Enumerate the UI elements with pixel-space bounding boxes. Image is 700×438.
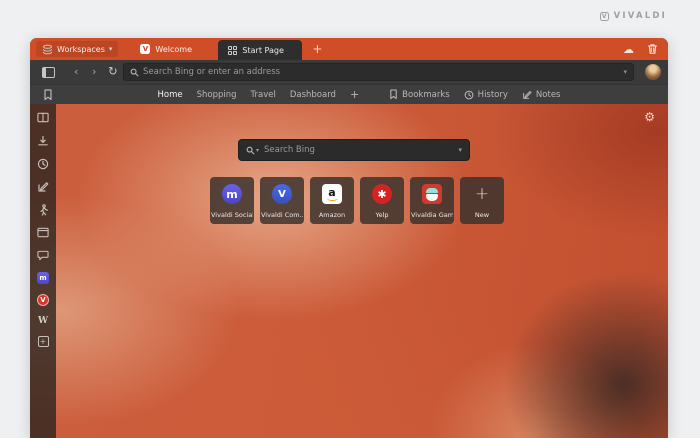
notes-label: Notes [536,90,561,100]
speed-dial-grid-icon [228,46,237,55]
panel-toggle-icon[interactable] [42,67,55,78]
panel-feedback-bubble-icon[interactable] [37,249,50,262]
panel-history-icon[interactable] [37,157,50,170]
speed-dial-yelp[interactable]: ✱ Yelp [360,177,404,224]
search-icon [246,146,255,155]
reload-icon[interactable]: ↻ [108,66,118,77]
speed-dial-add-new[interactable]: + New [460,177,504,224]
address-input[interactable] [139,67,623,77]
address-toolbar: ‹ › ↻ ▾ [30,60,668,84]
history-clock-icon [464,90,474,100]
tab-label: Start Page [242,46,283,55]
vivaldia-hair [426,188,438,193]
speed-dial-label: New [475,211,489,224]
start-page-search-input[interactable] [259,145,458,155]
start-page-search-box: ▾ ▾ [238,139,470,161]
workspaces-label: Workspaces [57,45,105,54]
panel-notes-icon[interactable] [37,180,50,193]
speed-dial-label: Yelp [375,211,388,224]
web-panel-vivaldi-icon[interactable]: V [37,294,49,306]
panel-window-icon[interactable] [37,226,50,239]
tab-label: Welcome [155,45,192,54]
address-field-container: ▾ [123,63,634,81]
tab-bar-right-controls: ☁ [623,38,658,60]
bookmarks-label: Bookmarks [402,90,450,100]
search-icon [130,68,139,77]
web-panel-wikipedia-icon[interactable]: W [38,316,48,326]
notes-panel-button[interactable]: Notes [522,90,561,100]
notes-pencil-icon [522,90,532,100]
chevron-down-icon[interactable]: ▾ [458,146,462,154]
browser-window: Workspaces ▾ V Welcome Start Page + ☁ [30,38,668,438]
yelp-icon: ✱ [372,184,392,204]
bookmarks-panel-button[interactable]: Bookmarks [389,89,450,100]
bookmarks-bar-items: Home Shopping Travel Dashboard + Bookmar… [158,89,561,100]
bookmark-flag-icon[interactable] [43,89,53,101]
speed-dial-vivaldi-community[interactable]: V Vivaldi Com... [260,177,304,224]
web-panel-mastodon-icon[interactable]: m [37,272,49,284]
vivaldi-logo-icon: V [600,12,609,21]
history-label: History [478,90,508,100]
add-web-panel-button[interactable]: + [38,336,49,347]
start-page-settings-gear-icon[interactable]: ⚙ [644,111,655,123]
vivaldi-favicon: V [140,44,150,54]
back-icon[interactable]: ‹ [74,66,78,77]
history-panel-button[interactable]: History [464,90,508,100]
panel-reading-list-icon[interactable] [37,111,50,124]
vivaldi-community-icon: V [272,184,292,204]
panel-downloads-icon[interactable] [37,134,50,147]
tab-welcome[interactable]: V Welcome [130,38,210,60]
tab-bar: Workspaces ▾ V Welcome Start Page + ☁ [30,38,668,60]
window-body: m V W + ⚙ ▾ ▾ m Vivaldi Social [30,104,668,438]
bookmarks-bar: Home Shopping Travel Dashboard + Bookmar… [30,84,668,104]
chevron-down-icon: ▾ [109,45,113,53]
new-tab-button[interactable]: + [312,43,322,55]
speed-dial-row: m Vivaldi Social V Vivaldi Com... a Amaz… [210,177,504,224]
bookmark-folder-dashboard[interactable]: Dashboard [290,90,336,100]
plus-icon: + [472,184,492,204]
sync-cloud-icon[interactable]: ☁ [623,44,634,55]
trash-closed-tabs-icon[interactable] [647,43,658,55]
panel-sidebar: m V W + [30,104,56,438]
chevron-down-icon[interactable]: ▾ [623,68,627,76]
amazon-icon: a [322,184,342,204]
tab-start-page[interactable]: Start Page [218,40,302,60]
speed-dial-vivaldia-game[interactable]: Vivaldia Gam... [410,177,454,224]
vivaldia-game-icon [422,184,442,204]
bookmark-icon [389,89,398,100]
speed-dial-amazon[interactable]: a Amazon [310,177,354,224]
bookmark-folder-home[interactable]: Home [158,90,183,100]
start-page-content: ⚙ ▾ ▾ m Vivaldi Social V Vivaldi Com... [56,104,668,438]
workspaces-button[interactable]: Workspaces ▾ [36,41,118,57]
speed-dial-vivaldi-social[interactable]: m Vivaldi Social [210,177,254,224]
bookmark-folder-shopping[interactable]: Shopping [197,90,237,100]
vivaldia-face [426,194,438,201]
bookmark-folder-travel[interactable]: Travel [251,90,276,100]
speed-dial-label: Amazon [319,211,345,224]
forward-icon[interactable]: › [92,66,96,77]
speed-dial-label: Vivaldia Gam... [411,211,453,224]
vivaldi-wordmark: V VIVALDI [600,11,667,21]
vivaldi-wordmark-text: VIVALDI [614,11,667,21]
profile-avatar[interactable] [645,64,661,80]
add-bookmark-button[interactable]: + [350,90,359,100]
amazon-smile [327,196,338,201]
speed-dial-label: Vivaldi Social [211,211,253,224]
workspaces-stack-icon [42,44,53,55]
panel-sessions-walker-icon[interactable] [37,203,50,216]
speed-dial-label: Vivaldi Com... [261,211,303,224]
mastodon-icon: m [222,184,242,204]
desktop-frame: V VIVALDI Workspaces ▾ V Welcome Start P… [0,0,700,438]
